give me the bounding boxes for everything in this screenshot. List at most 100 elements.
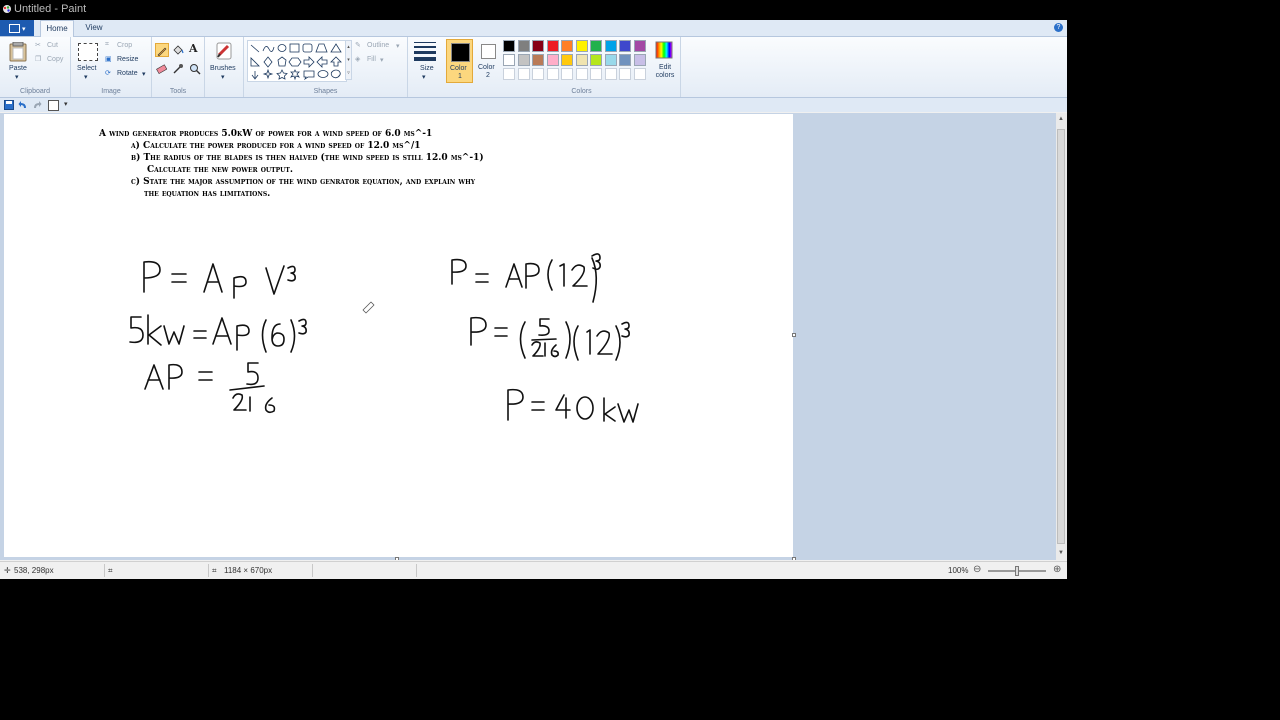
paste-button[interactable]: Paste ▾ <box>5 40 31 82</box>
zoom-level: 100% <box>948 566 969 575</box>
eraser-tool[interactable] <box>155 62 169 76</box>
resize-handle-right[interactable] <box>792 333 796 337</box>
color-swatch[interactable] <box>503 54 515 66</box>
image-group: Select ▾ ⌗ Crop ▣ Resize ⟳ Rotate ▾ Imag… <box>71 37 152 97</box>
zoom-out-icon[interactable]: ⊖ <box>973 564 981 575</box>
color-swatch[interactable] <box>619 54 631 66</box>
rotate-button[interactable]: ⟳ Rotate ▾ <box>105 69 149 80</box>
color-swatch[interactable] <box>619 40 631 52</box>
crosshair-icon: ✛ <box>4 566 11 575</box>
cut-label: Cut <box>47 42 58 49</box>
ribbon: Paste ▾ ✂ Cut ❐ Copy Clipboard Select ▾ … <box>0 37 1067 98</box>
custom-color-slot[interactable] <box>619 68 631 80</box>
text-tool[interactable]: A <box>189 42 203 56</box>
redo-icon[interactable] <box>32 100 42 110</box>
scroll-down-icon[interactable]: ▼ <box>1058 550 1064 556</box>
paint-window: Untitled - Paint ▾ Home View ? Paste ▾ ✂… <box>0 0 1067 579</box>
chevron-down-icon: ▾ <box>84 74 88 81</box>
color-swatch[interactable] <box>590 40 602 52</box>
resize-handle-bottom[interactable] <box>395 557 399 560</box>
outline-button[interactable]: ✎ Outline ▾ <box>355 41 403 52</box>
size-group: Size ▾ <box>408 37 442 97</box>
color-swatch[interactable] <box>575 54 588 66</box>
drawing-canvas[interactable]: A wind generator produces 5.0kW of power… <box>4 114 793 557</box>
chevron-down-icon: ▾ <box>221 74 225 81</box>
brushes-button[interactable]: Brushes ▾ <box>208 40 240 82</box>
custom-color-slot[interactable] <box>532 68 544 80</box>
color-picker-tool[interactable] <box>172 62 186 76</box>
zoom-in-icon[interactable]: ⊕ <box>1053 564 1061 575</box>
color-swatch[interactable] <box>575 40 588 52</box>
crop-button[interactable]: ⌗ Crop <box>105 41 145 52</box>
custom-color-slot[interactable] <box>575 68 588 80</box>
fill-button[interactable]: ◈ Fill ▾ <box>355 55 395 66</box>
color-swatch[interactable] <box>517 54 530 66</box>
size-button[interactable]: Size ▾ <box>411 40 439 82</box>
text-tool-icon: A <box>189 42 198 55</box>
shapes-gallery[interactable] <box>247 40 347 82</box>
zoom-slider-thumb[interactable] <box>1015 566 1019 576</box>
resize-handle-corner[interactable] <box>792 557 796 560</box>
select-label: Select <box>77 65 97 72</box>
color1-button[interactable]: Color 1 <box>446 39 473 83</box>
color-swatch[interactable] <box>532 40 544 52</box>
custom-color-slot[interactable] <box>633 68 646 80</box>
color-swatch[interactable] <box>561 40 573 52</box>
color1-number: 1 <box>458 73 462 80</box>
magnifier-icon <box>190 64 201 75</box>
resize-icon: ▣ <box>105 56 112 63</box>
color-swatch[interactable] <box>546 54 559 66</box>
fill-tool[interactable] <box>172 43 186 57</box>
cut-button[interactable]: ✂ Cut <box>35 41 65 52</box>
edit-colors-button[interactable]: Edit colors <box>650 39 678 83</box>
save-icon[interactable] <box>4 100 14 110</box>
title-bar: Untitled - Paint <box>0 0 1067 20</box>
color-swatch[interactable] <box>633 54 646 66</box>
pencil-tool[interactable] <box>155 43 169 57</box>
color-swatch[interactable] <box>561 54 573 66</box>
brushes-label: Brushes <box>210 65 236 72</box>
resize-button[interactable]: ▣ Resize <box>105 55 145 66</box>
magnifier-tool[interactable] <box>189 62 203 76</box>
color-swatch[interactable] <box>604 40 617 52</box>
crop-icon: ⌗ <box>105 41 109 48</box>
size-label: Size <box>420 65 434 72</box>
chevron-down-icon: ▾ <box>22 26 26 33</box>
color-swatch[interactable] <box>590 54 602 66</box>
color-swatch[interactable] <box>604 54 617 66</box>
custom-color-slot[interactable] <box>503 68 515 80</box>
edit-colors-label: Edit colors <box>655 64 675 79</box>
tab-home[interactable]: Home <box>40 20 74 37</box>
color2-button[interactable]: Color 2 <box>475 39 502 83</box>
eraser-icon <box>156 64 168 75</box>
custom-color-slot[interactable] <box>561 68 573 80</box>
scrollbar-thumb[interactable] <box>1057 129 1065 544</box>
copy-button[interactable]: ❐ Copy <box>35 55 67 66</box>
shapes-scroll[interactable]: ▴ ▾ ▿ <box>345 40 352 80</box>
tab-view[interactable]: View <box>80 20 108 36</box>
custom-color-slot[interactable] <box>590 68 602 80</box>
paint-app-icon <box>3 5 11 13</box>
color-swatch[interactable] <box>633 40 646 52</box>
image-group-label: Image <box>101 88 121 95</box>
help-icon[interactable]: ? <box>1054 23 1063 32</box>
custom-color-slot[interactable] <box>517 68 530 80</box>
tools-group: A Tools <box>152 37 205 97</box>
color-swatch[interactable] <box>503 40 515 52</box>
undo-icon[interactable] <box>18 100 28 110</box>
color-swatch[interactable] <box>546 40 559 52</box>
color-swatch[interactable] <box>532 54 544 66</box>
file-menu-button[interactable]: ▾ <box>0 20 34 36</box>
select-frame-icon[interactable] <box>48 100 59 111</box>
custom-color-slot[interactable] <box>546 68 559 80</box>
scroll-up-icon[interactable]: ▲ <box>1058 116 1064 122</box>
color-swatch[interactable] <box>517 40 530 52</box>
chevron-down-icon: ▾ <box>396 43 400 50</box>
zoom-slider[interactable] <box>988 566 1046 576</box>
custom-color-slot[interactable] <box>604 68 617 80</box>
line-size-icon <box>414 42 436 61</box>
vertical-scrollbar[interactable]: ▲ ▼ <box>1056 113 1067 560</box>
color2-label: Color <box>478 64 495 71</box>
select-button[interactable]: Select ▾ <box>76 40 100 82</box>
customize-qat-icon[interactable]: ▾ <box>64 100 68 108</box>
